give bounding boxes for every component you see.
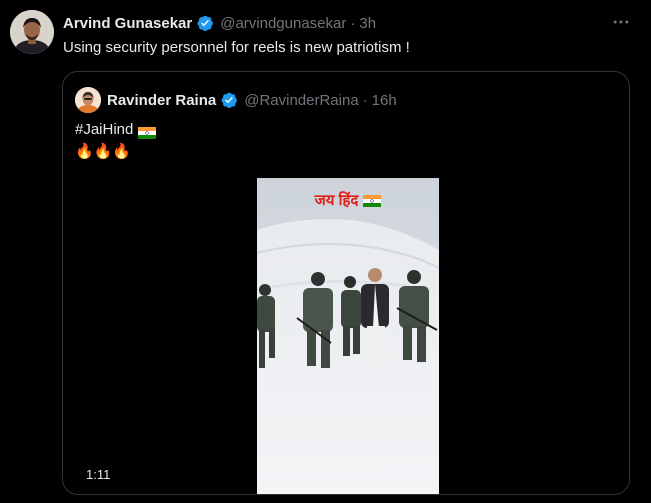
- quoted-tweet-text: #JaiHind 🔥🔥🔥: [75, 119, 157, 163]
- video-thumbnail: [257, 178, 439, 494]
- separator-dot: ·: [350, 14, 356, 32]
- india-flag-icon: [138, 124, 157, 139]
- verified-badge-icon: [220, 91, 238, 109]
- author-avatar[interactable]: [10, 10, 54, 54]
- author-handle[interactable]: @arvindgunasekar: [220, 15, 346, 32]
- more-options-icon[interactable]: [609, 12, 633, 32]
- video-caption: जय हिंद: [257, 190, 439, 210]
- tweet-time[interactable]: 3h: [359, 15, 376, 32]
- fire-emojis: 🔥🔥🔥: [75, 143, 132, 160]
- tweet-text: Using security personnel for reels is ne…: [63, 39, 410, 56]
- quoted-author-handle[interactable]: @RavinderRaina: [244, 92, 358, 109]
- video-caption-text: जय हिंद: [314, 192, 359, 209]
- tweet[interactable]: Arvind Gunasekar @arvindgunasekar · 3h U…: [0, 0, 651, 503]
- quoted-tweet-time[interactable]: 16h: [372, 92, 397, 109]
- india-flag-icon: [363, 194, 382, 207]
- verified-badge-icon: [196, 14, 214, 32]
- author-name[interactable]: Arvind Gunasekar: [63, 15, 192, 32]
- hashtag-link[interactable]: #JaiHind: [75, 119, 133, 141]
- tweet-header: Arvind Gunasekar @arvindgunasekar · 3h: [63, 12, 376, 34]
- quoted-tweet-header: Ravinder Raina @RavinderRaina · 16h: [107, 89, 397, 111]
- quoted-author-avatar[interactable]: [75, 87, 101, 113]
- video-player[interactable]: जय हिंद: [257, 178, 439, 494]
- quoted-tweet[interactable]: Ravinder Raina @RavinderRaina · 16h #Jai…: [62, 71, 630, 495]
- video-duration: 1:11: [86, 467, 111, 482]
- separator-dot: ·: [362, 91, 368, 109]
- quoted-author-name[interactable]: Ravinder Raina: [107, 92, 216, 109]
